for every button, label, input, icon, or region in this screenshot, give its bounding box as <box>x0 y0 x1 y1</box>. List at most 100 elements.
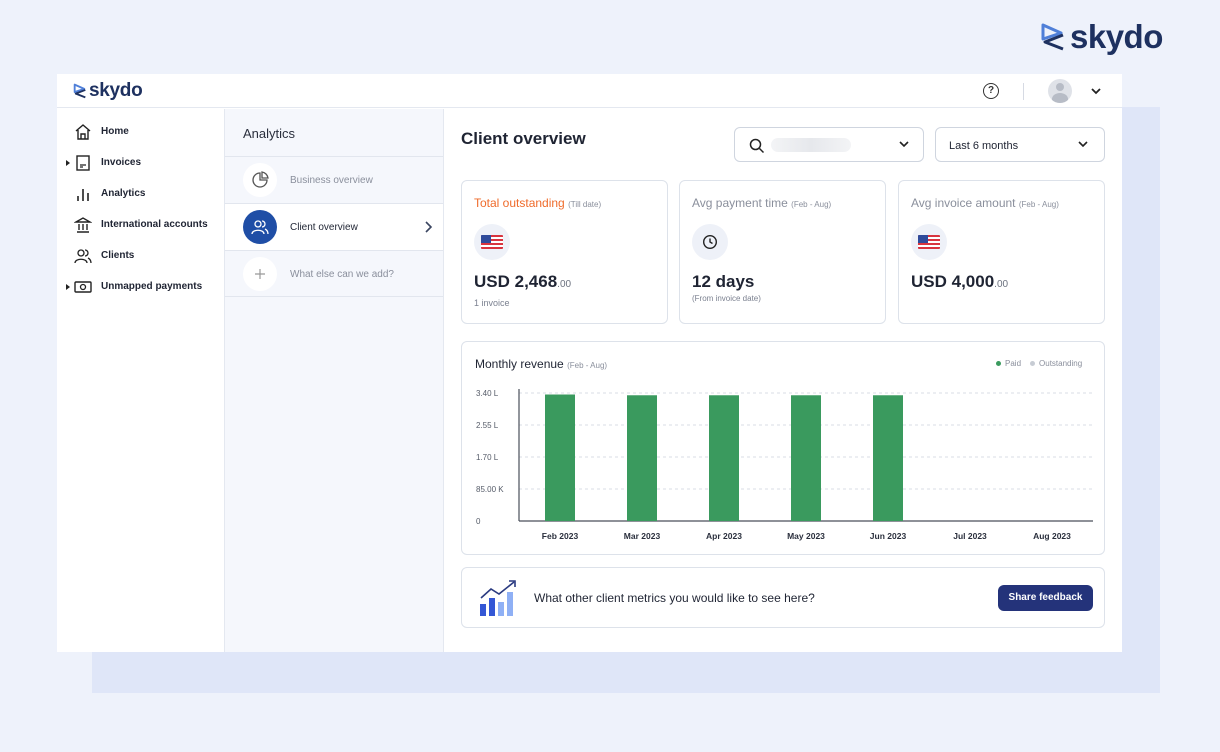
analytics-item-business-overview[interactable]: Business overview <box>225 156 443 203</box>
card-value-decimals: .00 <box>557 279 572 290</box>
y-tick-label: 2.55 L <box>476 421 499 430</box>
x-tick-label: Apr 2023 <box>706 531 742 541</box>
card-subtitle: (Feb - Aug) <box>1018 200 1059 209</box>
x-tick-label: Feb 2023 <box>542 531 579 541</box>
card-title: Avg invoice amount (Feb - Aug) <box>911 196 1059 210</box>
card-value-text: USD 4,000 <box>911 272 995 291</box>
bar-paid <box>873 395 903 521</box>
card-value: 12 days <box>692 272 754 292</box>
home-icon <box>75 124 91 140</box>
y-tick-label: 85.00 K <box>476 485 504 494</box>
bar-paid <box>791 395 821 521</box>
sidebar-item-analytics[interactable]: Analytics <box>57 181 225 209</box>
sidebar-item-international-accounts[interactable]: International accounts <box>57 212 225 240</box>
users-icon <box>243 210 277 244</box>
card-value-decimals: .00 <box>994 279 1009 290</box>
pie-chart-icon <box>243 163 277 197</box>
app-window: skydo ? Home Invoices Analytics Internat… <box>57 74 1122 652</box>
x-tick-label: May 2023 <box>787 531 825 541</box>
sidebar-item-label: Unmapped payments <box>101 281 203 292</box>
card-title-text: Total outstanding <box>474 196 565 210</box>
question-circle-icon[interactable]: ? <box>983 83 999 99</box>
caret-right-icon[interactable] <box>66 284 70 290</box>
client-select-value <box>771 138 851 152</box>
divider <box>1023 83 1024 100</box>
us-flag-icon <box>474 224 510 260</box>
skydo-logo-icon <box>73 83 86 99</box>
invoice-icon <box>76 155 90 171</box>
analytics-panel: Analytics Business overview Client overv… <box>225 109 444 652</box>
y-tick-label: 0 <box>476 517 481 526</box>
y-tick-label: 3.40 L <box>476 389 499 398</box>
user-avatar-icon[interactable] <box>1048 79 1072 103</box>
sidebar-item-label: International accounts <box>101 219 208 230</box>
card-note: (From invoice date) <box>692 294 761 303</box>
card-value-text: 12 days <box>692 272 755 291</box>
feedback-text: What other client metrics you would like… <box>534 591 815 605</box>
users-icon <box>74 249 92 264</box>
sidebar-item-label: Invoices <box>101 157 142 168</box>
sidebar: Home Invoices Analytics International ac… <box>57 109 225 652</box>
money-icon <box>74 281 92 293</box>
top-bar: skydo ? <box>57 74 1122 108</box>
analytics-item-label: What else can we add? <box>290 269 394 280</box>
sidebar-item-clients[interactable]: Clients <box>57 243 225 271</box>
analytics-panel-title: Analytics <box>243 126 296 141</box>
analytics-item-add-suggestion[interactable]: What else can we add? <box>225 250 443 297</box>
app-logo[interactable]: skydo <box>73 80 143 102</box>
analytics-item-label: Business overview <box>290 175 373 186</box>
client-select[interactable] <box>734 127 924 162</box>
bank-icon <box>74 217 92 233</box>
us-flag-icon <box>911 224 947 260</box>
analytics-item-label: Client overview <box>290 222 358 233</box>
period-select[interactable]: Last 6 months <box>935 127 1105 162</box>
search-icon <box>749 138 765 154</box>
x-tick-label: Mar 2023 <box>624 531 661 541</box>
chevron-right-icon <box>425 221 433 233</box>
card-value: USD 2,468.00 <box>474 272 571 292</box>
x-tick-label: Aug 2023 <box>1033 531 1071 541</box>
monthly-revenue-chart: Monthly revenue (Feb - Aug) Paid Outstan… <box>461 341 1105 555</box>
sidebar-item-label: Analytics <box>101 188 146 199</box>
sidebar-item-invoices[interactable]: Invoices <box>57 150 225 178</box>
bar-paid <box>545 394 575 521</box>
brand-name: skydo <box>1070 18 1163 55</box>
brand-logo-large: skydo <box>1040 18 1163 56</box>
sidebar-item-label: Home <box>101 126 129 137</box>
x-tick-label: Jun 2023 <box>870 531 907 541</box>
growth-chart-icon <box>480 580 516 616</box>
card-subtitle: (Till date) <box>568 200 602 209</box>
chevron-down-icon <box>1078 141 1088 148</box>
sidebar-item-unmapped-payments[interactable]: Unmapped payments <box>57 274 225 302</box>
card-value: USD 4,000.00 <box>911 272 1008 292</box>
skydo-logo-icon <box>1041 23 1064 51</box>
share-feedback-button[interactable]: Share feedback <box>998 585 1093 611</box>
card-avg-payment-time: Avg payment time (Feb - Aug) 12 days (Fr… <box>679 180 886 324</box>
analytics-item-client-overview[interactable]: Client overview <box>225 203 443 250</box>
y-tick-label: 1.70 L <box>476 453 499 462</box>
app-brand-name: skydo <box>89 80 143 101</box>
caret-right-icon[interactable] <box>66 160 70 166</box>
period-select-value: Last 6 months <box>949 140 1019 152</box>
card-note: 1 invoice <box>474 298 510 308</box>
feedback-banner: What other client metrics you would like… <box>461 567 1105 628</box>
page-title: Client overview <box>461 129 586 148</box>
plus-icon <box>243 257 277 291</box>
chevron-down-icon[interactable] <box>1089 84 1103 98</box>
sidebar-item-home[interactable]: Home <box>57 119 225 147</box>
chart-plot: 0 85.00 K 1.70 L 2.55 L 3.40 L Feb 2023 Mar 20… <box>476 389 1093 541</box>
clock-icon <box>692 224 728 260</box>
card-title-text: Avg invoice amount <box>911 196 1016 210</box>
sidebar-item-label: Clients <box>101 250 135 261</box>
x-tick-label: Jul 2023 <box>953 531 987 541</box>
card-total-outstanding: Total outstanding (Till date) USD 2,468.… <box>461 180 668 324</box>
bar-paid <box>709 395 739 521</box>
bar-chart-icon <box>77 189 89 201</box>
card-value-text: USD 2,468 <box>474 272 558 291</box>
bar-paid <box>627 395 657 521</box>
chevron-down-icon <box>899 141 909 148</box>
card-avg-invoice-amount: Avg invoice amount (Feb - Aug) USD 4,000… <box>898 180 1105 324</box>
card-subtitle: (Feb - Aug) <box>791 200 832 209</box>
card-title: Total outstanding (Till date) <box>474 196 601 210</box>
card-title-text: Avg payment time <box>692 196 788 210</box>
